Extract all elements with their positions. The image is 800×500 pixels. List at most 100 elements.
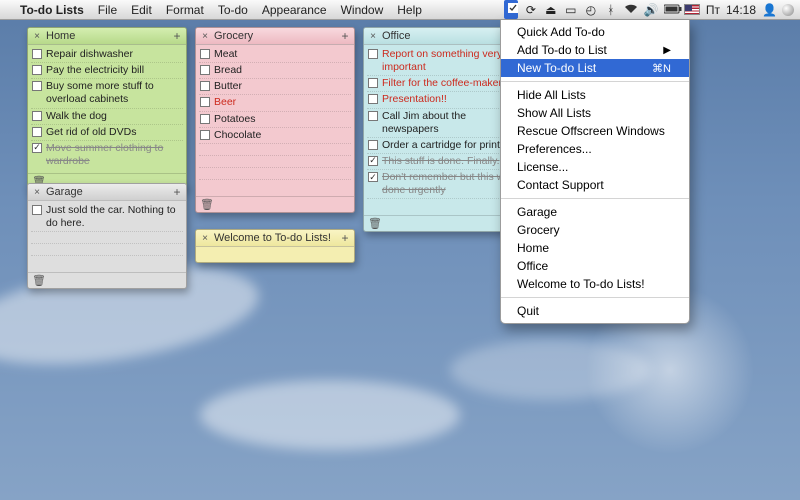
- add-icon[interactable]: +: [172, 31, 182, 41]
- checkbox[interactable]: ✓: [368, 172, 378, 182]
- menu-item[interactable]: Garage: [501, 203, 689, 221]
- checkbox[interactable]: [32, 65, 42, 75]
- menu-todo[interactable]: To-do: [218, 3, 248, 17]
- todo-row[interactable]: ✓Don't remember but this was done urgent…: [367, 170, 519, 199]
- menu-item[interactable]: Add To-do to List▶: [501, 41, 689, 59]
- checkbox[interactable]: [200, 130, 210, 140]
- checkbox[interactable]: ✓: [368, 156, 378, 166]
- add-icon[interactable]: +: [340, 233, 350, 243]
- trash-icon[interactable]: 🗑: [32, 274, 46, 287]
- todo-row[interactable]: Pay the electricity bill: [31, 63, 183, 79]
- checkbox[interactable]: [368, 94, 378, 104]
- menu-item[interactable]: New To-do List⌘N: [501, 59, 689, 77]
- checkbox[interactable]: [32, 205, 42, 215]
- menu-appearance[interactable]: Appearance: [262, 3, 327, 17]
- note-header[interactable]: ×Office+: [364, 28, 522, 45]
- todo-row[interactable]: Repair dishwasher: [31, 47, 183, 63]
- todo-row[interactable]: Filter for the coffee-maker: [367, 76, 519, 92]
- checkbox[interactable]: [200, 65, 210, 75]
- clock-time[interactable]: 14:18: [726, 3, 756, 17]
- todo-row[interactable]: Just sold the car. Nothing to do here.: [31, 203, 183, 232]
- todo-row[interactable]: ✓Move summer clothing to wardrobe: [31, 141, 183, 169]
- todo-row[interactable]: Order a cartridge for printer: [367, 138, 519, 154]
- close-icon[interactable]: ×: [200, 233, 210, 243]
- close-icon[interactable]: ×: [32, 31, 42, 41]
- menu-item[interactable]: Quit: [501, 302, 689, 320]
- note-header[interactable]: ×Welcome to To-do Lists!+: [196, 230, 354, 247]
- todo-row[interactable]: Call Jim about the newspapers: [367, 109, 519, 138]
- checkbox[interactable]: [200, 81, 210, 91]
- close-icon[interactable]: ×: [32, 187, 42, 197]
- add-icon[interactable]: +: [172, 187, 182, 197]
- checkbox[interactable]: [200, 49, 210, 59]
- close-icon[interactable]: ×: [368, 31, 378, 41]
- app-title[interactable]: To-do Lists: [20, 3, 84, 17]
- checkbox[interactable]: [368, 78, 378, 88]
- checkbox[interactable]: [368, 111, 378, 121]
- checkbox[interactable]: [368, 140, 378, 150]
- bluetooth-icon[interactable]: ᚼ: [604, 3, 618, 17]
- menu-item[interactable]: Office: [501, 257, 689, 275]
- checkbox[interactable]: [32, 81, 42, 91]
- note-header[interactable]: ×Home+: [28, 28, 186, 45]
- checkbox[interactable]: ✓: [32, 143, 42, 153]
- menu-item[interactable]: Rescue Offscreen Windows: [501, 122, 689, 140]
- menu-item[interactable]: Contact Support: [501, 176, 689, 194]
- menu-help[interactable]: Help: [397, 3, 422, 17]
- note-welcome[interactable]: ×Welcome to To-do Lists!+: [195, 229, 355, 263]
- menu-item[interactable]: Grocery: [501, 221, 689, 239]
- todo-row[interactable]: Buy some more stuff to overload cabinets: [31, 79, 183, 108]
- menu-item[interactable]: Quick Add To-do: [501, 23, 689, 41]
- add-icon[interactable]: +: [340, 31, 350, 41]
- menu-file[interactable]: File: [98, 3, 117, 17]
- sync-icon[interactable]: ⟳: [524, 3, 538, 17]
- battery-icon[interactable]: [664, 3, 678, 17]
- todo-row[interactable]: Butter: [199, 79, 351, 95]
- note-home[interactable]: ×Home+ Repair dishwasherPay the electrici…: [27, 27, 187, 190]
- todo-row[interactable]: Presentation!!: [367, 92, 519, 108]
- checkbox[interactable]: [200, 114, 210, 124]
- todo-row[interactable]: Report on something very important: [367, 47, 519, 76]
- timemachine-icon[interactable]: ◴: [584, 3, 598, 17]
- note-header[interactable]: ×Grocery+: [196, 28, 354, 45]
- todo-row[interactable]: Bread: [199, 63, 351, 79]
- todo-row[interactable]: Get rid of old DVDs: [31, 125, 183, 141]
- checkbox[interactable]: [32, 127, 42, 137]
- spotlight-icon[interactable]: [782, 4, 794, 16]
- todo-row[interactable]: Beer: [199, 95, 351, 111]
- menu-edit[interactable]: Edit: [131, 3, 152, 17]
- todo-tray-icon[interactable]: [504, 0, 518, 19]
- clock-day[interactable]: Пт: [706, 3, 720, 17]
- close-icon[interactable]: ×: [200, 31, 210, 41]
- display-icon[interactable]: ▭: [564, 3, 578, 17]
- eject-icon[interactable]: ⏏: [544, 3, 558, 17]
- todo-row[interactable]: Chocolate: [199, 128, 351, 144]
- wifi-icon[interactable]: [624, 3, 638, 17]
- checkbox[interactable]: [32, 111, 42, 121]
- input-source-flag-icon[interactable]: [684, 4, 700, 15]
- menu-item[interactable]: Welcome to To-do Lists!: [501, 275, 689, 293]
- menu-format[interactable]: Format: [166, 3, 204, 17]
- todo-row[interactable]: Meat: [199, 47, 351, 63]
- volume-icon[interactable]: 🔊: [644, 3, 658, 17]
- menu-item[interactable]: Home: [501, 239, 689, 257]
- checkbox[interactable]: [32, 49, 42, 59]
- menu-window[interactable]: Window: [341, 3, 384, 17]
- checkbox[interactable]: [368, 49, 378, 59]
- todo-row[interactable]: ✓This stuff is done. Finally.: [367, 154, 519, 170]
- note-grocery[interactable]: ×Grocery+ MeatBreadButterBeerPotatoesChoc…: [195, 27, 355, 213]
- menu-item[interactable]: Hide All Lists: [501, 86, 689, 104]
- note-office[interactable]: ×Office+Report on something very importa…: [363, 27, 523, 232]
- todo-row[interactable]: Potatoes: [199, 112, 351, 128]
- user-icon[interactable]: 👤: [762, 3, 776, 17]
- menu-item[interactable]: Show All Lists: [501, 104, 689, 122]
- trash-icon[interactable]: 🗑: [368, 217, 382, 230]
- note-title: Office: [382, 30, 504, 42]
- trash-icon[interactable]: 🗑: [200, 198, 214, 211]
- menu-item[interactable]: License...: [501, 158, 689, 176]
- todo-row[interactable]: Walk the dog: [31, 109, 183, 125]
- note-header[interactable]: ×Garage+: [28, 184, 186, 201]
- checkbox[interactable]: [200, 97, 210, 107]
- menu-item[interactable]: Preferences...: [501, 140, 689, 158]
- note-garage[interactable]: ×Garage+ Just sold the car. Nothing to do…: [27, 183, 187, 289]
